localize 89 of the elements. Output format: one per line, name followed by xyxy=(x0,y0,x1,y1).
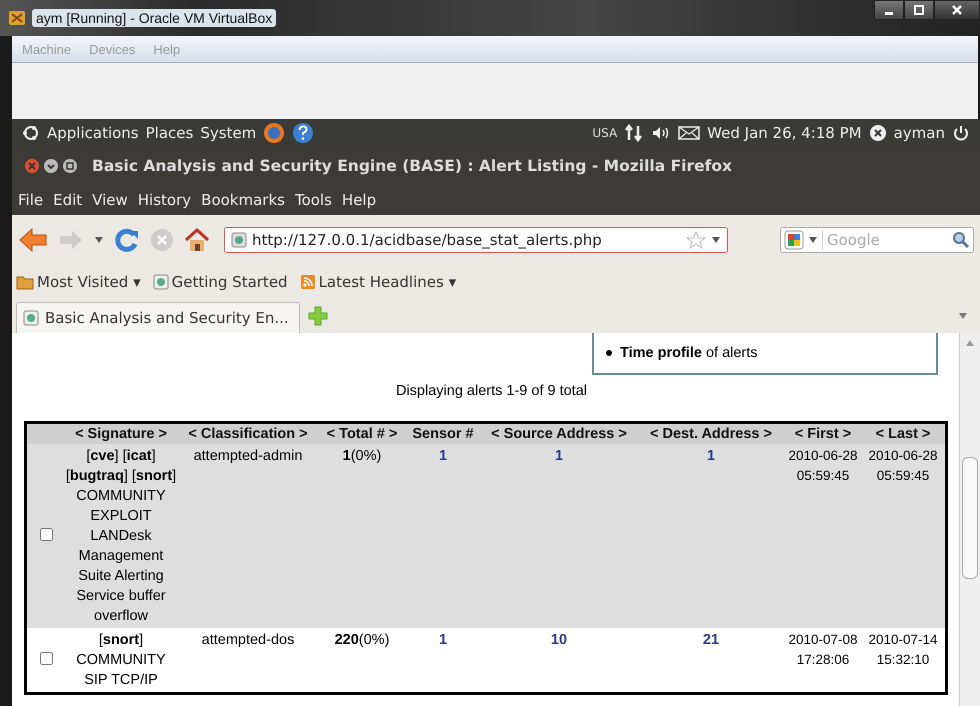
bullet-icon xyxy=(606,350,612,356)
menu-item[interactable]: Bookmarks xyxy=(201,191,285,209)
reload-icon[interactable] xyxy=(114,227,140,253)
summary-text: Displaying alerts 1-9 of 9 total xyxy=(394,383,588,399)
globe-icon[interactable] xyxy=(263,122,286,144)
minimize-icon[interactable] xyxy=(43,158,59,174)
panel-menu[interactable]: Places xyxy=(146,124,194,142)
timestamp: 2010-06-28 05:59:45 xyxy=(868,448,938,483)
address-bar[interactable]: http://127.0.0.1/acidbase/base_stat_alerts.php xyxy=(224,227,728,253)
folder-icon xyxy=(16,274,34,290)
search-field[interactable]: Google xyxy=(822,230,948,250)
table-cell: attempted-admin xyxy=(194,448,302,464)
window-title: Basic Analysis and Security Engine (BASE) : Alert Listing - Mozilla Firefox xyxy=(92,157,732,175)
panel-menu[interactable]: System xyxy=(200,124,256,142)
plus-icon[interactable] xyxy=(308,306,328,326)
minimize-button[interactable] xyxy=(874,0,904,20)
minimize-icon xyxy=(884,12,894,15)
network-icon[interactable] xyxy=(624,124,644,142)
timestamp: 2010-07-14 15:32:10 xyxy=(868,632,938,667)
column-header[interactable]: < Classification > xyxy=(177,422,319,444)
browser-tab[interactable]: Basic Analysis and Security En... xyxy=(16,302,300,333)
feed-icon xyxy=(300,274,316,290)
maximize-button[interactable] xyxy=(904,0,934,20)
help-icon[interactable] xyxy=(292,122,314,144)
page-icon xyxy=(23,310,39,326)
timestamp: 2010-07-08 17:28:06 xyxy=(788,632,858,667)
scroll-thumb[interactable] xyxy=(962,457,978,579)
site-icon xyxy=(231,232,247,248)
back-arrow-icon[interactable] xyxy=(18,227,48,253)
bookmark-item[interactable]: Latest Headlines ▾ xyxy=(300,273,456,291)
maximize-icon xyxy=(913,4,925,16)
column-header[interactable]: Sensor # xyxy=(405,422,481,444)
scrollbar[interactable] xyxy=(959,333,980,706)
url-field[interactable]: http://127.0.0.1/acidbase/base_stat_alerts.php xyxy=(252,231,681,249)
menu-item[interactable]: Edit xyxy=(53,191,82,209)
source-count[interactable]: 1 xyxy=(554,448,564,464)
power-icon[interactable] xyxy=(952,124,970,142)
column-header[interactable]: < Source Address > xyxy=(481,422,637,444)
close-icon[interactable] xyxy=(24,158,40,174)
home-icon[interactable] xyxy=(184,228,210,252)
signature-name: COMMUNITY SIP TCP/IP xyxy=(75,651,167,690)
menu-item[interactable]: History xyxy=(138,191,192,209)
caret-icon[interactable] xyxy=(711,236,721,244)
search-bar[interactable]: Google xyxy=(780,227,974,253)
row-checkbox[interactable] xyxy=(40,528,53,541)
menu-item[interactable]: Help xyxy=(342,191,376,209)
table-cell: attempted-dos xyxy=(202,632,294,648)
mail-icon[interactable] xyxy=(678,125,700,141)
caret-icon[interactable] xyxy=(808,236,818,244)
panel-menu[interactable]: Applications xyxy=(47,124,139,142)
total-count[interactable]: 1(0%) xyxy=(342,448,382,464)
clock[interactable]: Wed Jan 26, 4:18 PM xyxy=(707,124,862,142)
reference-links[interactable]: [snort] xyxy=(65,630,177,650)
sensor-count[interactable]: 1 xyxy=(438,632,448,648)
menu-item[interactable]: File xyxy=(18,191,44,209)
page-icon xyxy=(152,274,169,290)
column-header[interactable]: < Signature > xyxy=(65,422,177,444)
column-header[interactable]: < Last > xyxy=(861,422,946,444)
sensor-count[interactable]: 1 xyxy=(438,448,448,464)
column-header[interactable]: < Dest. Address > xyxy=(637,422,785,444)
bookmark-item[interactable]: Most Visited ▾ xyxy=(16,273,141,291)
star-icon[interactable] xyxy=(686,231,706,249)
row-checkbox[interactable] xyxy=(40,652,53,665)
timestamp: 2010-06-28 05:59:45 xyxy=(788,448,858,483)
menu-item[interactable]: Tools xyxy=(294,191,332,209)
caret-icon[interactable] xyxy=(958,312,968,320)
search-icon[interactable] xyxy=(952,231,970,249)
close-button[interactable] xyxy=(934,0,980,20)
search-engine-icon[interactable] xyxy=(784,230,804,250)
column-header[interactable]: < Total # > xyxy=(319,422,405,444)
reference-links[interactable]: [cve] [icat] [bugtraq] [snort] xyxy=(65,446,177,486)
window-title: aym [Running] - Oracle VM VirtualBox xyxy=(32,9,276,27)
column-header[interactable]: < First > xyxy=(785,422,861,444)
app-icon xyxy=(8,9,26,27)
maximize-icon[interactable] xyxy=(62,158,78,174)
scroll-up-icon[interactable] xyxy=(965,339,975,347)
user-icon[interactable] xyxy=(868,124,887,142)
list-item: Time profile of alerts xyxy=(620,345,758,361)
keyboard-layout[interactable]: USA xyxy=(592,126,618,140)
source-count[interactable]: 10 xyxy=(550,632,568,648)
menu-item[interactable]: View xyxy=(92,191,128,209)
distro-logo-icon xyxy=(22,124,40,142)
dest-count[interactable]: 21 xyxy=(702,632,720,648)
bookmark-item[interactable]: Getting Started xyxy=(152,273,288,291)
user-name[interactable]: ayman xyxy=(894,124,945,142)
total-count[interactable]: 220(0%) xyxy=(334,632,390,648)
dest-count[interactable]: 1 xyxy=(706,448,716,464)
close-icon xyxy=(951,4,963,16)
caret-icon[interactable] xyxy=(94,236,104,244)
